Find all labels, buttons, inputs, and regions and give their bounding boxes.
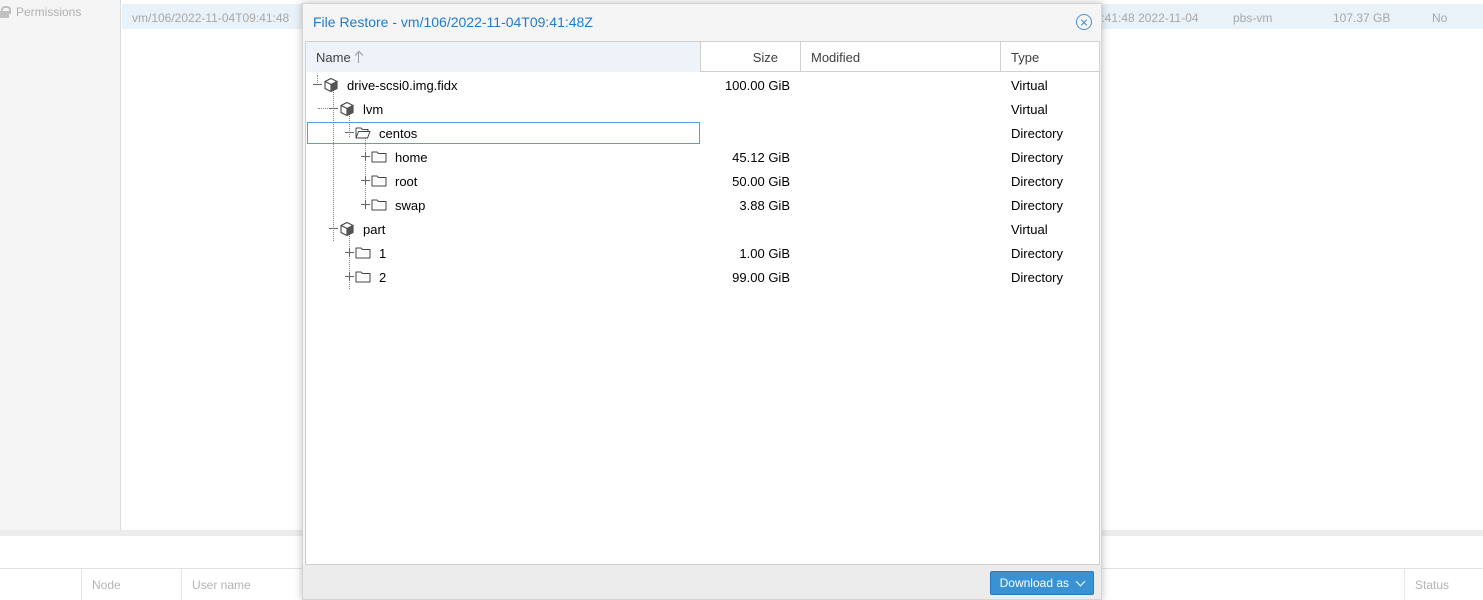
column-header-name-label: Name [316, 50, 351, 65]
column-header-modified[interactable]: Modified [801, 42, 1001, 72]
folder-icon [371, 197, 387, 213]
tree-row[interactable]: 1 1.00 GiB Directory [306, 241, 1099, 265]
sort-ascending-icon [355, 51, 363, 63]
window-title: File Restore - vm/106/2022-11-04T09:41:4… [313, 14, 593, 30]
window-footer: Download as [303, 565, 1101, 599]
sidebar-item-label: Permissions [16, 5, 82, 19]
column-header-name[interactable]: Name [306, 42, 701, 72]
background-sidebar: Permissions [0, 0, 121, 530]
grid-header: Name Size Modified Type [306, 42, 1099, 72]
window-header[interactable]: File Restore - vm/106/2022-11-04T09:41:4… [303, 4, 1101, 40]
tree-row-type: Virtual [1011, 222, 1048, 237]
backup-date-cell: 2022-11-04 12:41:48 [1088, 11, 1199, 25]
collapse-toggle[interactable] [329, 104, 338, 113]
download-as-button[interactable]: Download as [989, 571, 1094, 595]
column-header-size[interactable]: Size [701, 42, 801, 72]
tree-row-name: drive-scsi0.img.fidx [347, 78, 458, 93]
folder-icon [371, 149, 387, 165]
tree-row-name: 1 [379, 246, 387, 261]
expand-toggle[interactable] [361, 200, 370, 209]
tree-row-type: Directory [1011, 126, 1064, 141]
cube-icon [323, 77, 339, 93]
tree-row-name: lvm [363, 102, 384, 117]
tree-row-name: home [395, 150, 428, 165]
tree-row-type: Virtual [1011, 78, 1048, 93]
lock-icon [0, 6, 11, 18]
tree-row[interactable]: part Virtual [306, 217, 1099, 241]
column-header-type[interactable]: Type [1001, 42, 1101, 72]
tree-row-size: 3.88 GiB [739, 198, 790, 213]
cube-icon [339, 221, 355, 237]
tree-row-name: part [363, 222, 386, 237]
tree-row-selected[interactable]: centos Directory [306, 121, 1099, 145]
tree-row-size: 100.00 GiB [724, 78, 790, 93]
sidebar-item-permissions[interactable]: Permissions [0, 3, 81, 21]
collapse-toggle[interactable] [345, 128, 354, 137]
tree-row[interactable]: home 45.12 GiB Directory [306, 145, 1099, 169]
collapse-toggle[interactable] [329, 224, 338, 233]
expand-toggle[interactable] [361, 176, 370, 185]
collapse-toggle[interactable] [313, 80, 322, 89]
tree-row-name: centos [379, 126, 418, 141]
close-icon[interactable] [1076, 14, 1092, 30]
tree-row[interactable]: root 50.00 GiB Directory [306, 169, 1099, 193]
tree-row-size: 50.00 GiB [732, 174, 790, 189]
folder-icon [355, 245, 371, 261]
column-header-node[interactable]: Node [81, 569, 181, 600]
cube-icon [339, 101, 355, 117]
tree-row-type: Directory [1011, 270, 1064, 285]
file-restore-window: File Restore - vm/106/2022-11-04T09:41:4… [302, 3, 1102, 600]
backup-storage-cell: pbs-vm [1233, 11, 1273, 25]
file-tree-grid: Name Size Modified Type drive-scsi0.img.… [305, 41, 1100, 565]
tree-row-type: Directory [1011, 174, 1064, 189]
expand-toggle[interactable] [345, 272, 354, 281]
download-as-label: Download as [999, 576, 1069, 590]
folder-open-icon [355, 125, 371, 141]
expand-toggle[interactable] [361, 152, 370, 161]
backup-size-cell: 107.37 GB [1333, 11, 1391, 25]
folder-icon [355, 269, 371, 285]
tree-row[interactable]: lvm Virtual [306, 97, 1099, 121]
tree-row-size: 45.12 GiB [732, 150, 790, 165]
tree-row-type: Directory [1011, 150, 1064, 165]
tree-row[interactable]: 2 99.00 GiB Directory [306, 265, 1099, 289]
tree-row-type: Virtual [1011, 102, 1048, 117]
tree-row-name: root [395, 174, 418, 189]
tree-row[interactable]: swap 3.88 GiB Directory [306, 193, 1099, 217]
tree-row-type: Directory [1011, 198, 1064, 213]
tree-row-type: Directory [1011, 246, 1064, 261]
tree-row-size: 99.00 GiB [732, 270, 790, 285]
backup-encrypted-cell: No [1432, 11, 1448, 25]
tree-row-size: 1.00 GiB [739, 246, 790, 261]
expand-toggle[interactable] [345, 248, 354, 257]
tree-row-name: 2 [379, 270, 387, 285]
tree-connector [318, 108, 328, 109]
tree-row-name: swap [395, 198, 426, 213]
tree-row[interactable]: drive-scsi0.img.fidx 100.00 GiB Virtual [306, 73, 1099, 97]
backup-volume-cell: vm/106/2022-11-04T09:41:48 [132, 11, 290, 25]
chevron-down-icon [1075, 576, 1086, 586]
folder-icon [371, 173, 387, 189]
column-header-status[interactable]: Status [1404, 569, 1483, 600]
